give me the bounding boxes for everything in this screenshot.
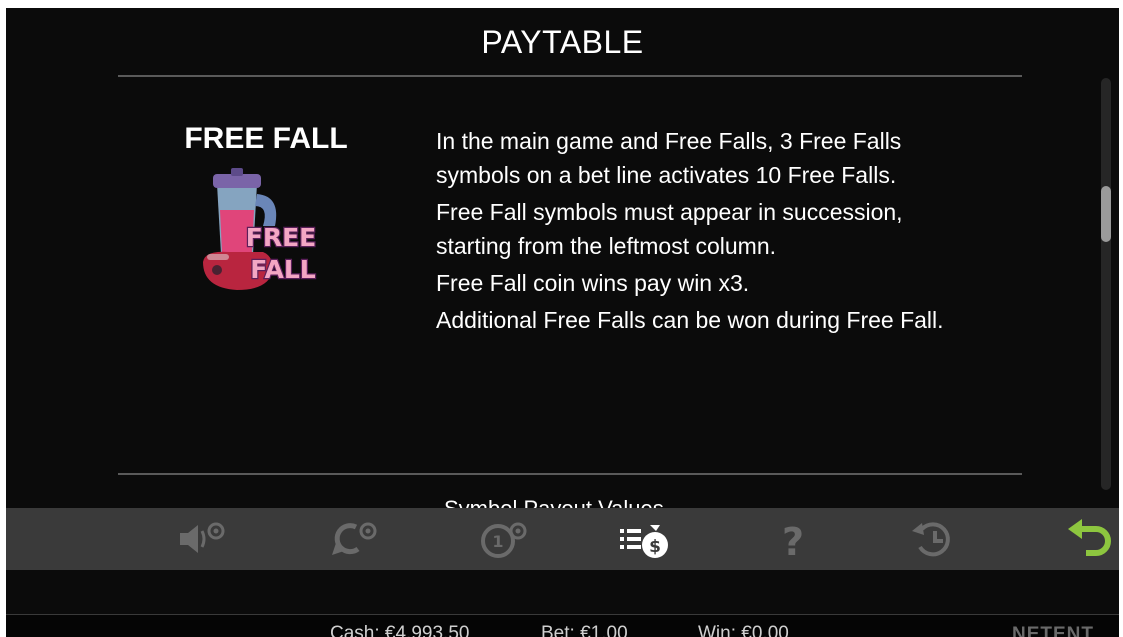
back-button[interactable] bbox=[1062, 514, 1116, 564]
win-label: Win: bbox=[698, 623, 736, 637]
symbol-description: In the main game and Free Falls, 3 Free … bbox=[436, 124, 976, 340]
bet-value: €1.00 bbox=[580, 623, 628, 637]
divider bbox=[118, 75, 1022, 77]
scrollbar[interactable] bbox=[1101, 78, 1111, 490]
coin-settings-icon: 1 bbox=[481, 522, 527, 558]
svg-text:1: 1 bbox=[492, 532, 503, 551]
help-button[interactable]: ? bbox=[766, 514, 820, 564]
logo-text-free: FREE bbox=[246, 223, 316, 252]
symbol-name: FREE FALL bbox=[184, 122, 348, 155]
cash-label: Cash: bbox=[330, 623, 380, 637]
sound-settings-button[interactable] bbox=[176, 514, 230, 564]
description-paragraph: In the main game and Free Falls, 3 Free … bbox=[436, 128, 902, 188]
bet-display: Bet: €1.00 bbox=[541, 624, 628, 637]
help-icon: ? bbox=[782, 520, 804, 561]
settings-toolbar: 1 $ ? bbox=[6, 508, 1119, 570]
divider bbox=[118, 473, 1022, 475]
back-icon bbox=[1068, 519, 1111, 556]
paytable-panel: PAYTABLE FREE FALL FREE FALL In the main… bbox=[6, 8, 1119, 637]
history-icon bbox=[912, 522, 950, 557]
cash-display: Cash: €4,993.50 bbox=[330, 624, 469, 637]
logo-text-fall: FALL bbox=[250, 255, 315, 284]
cash-value: €4,993.50 bbox=[384, 623, 470, 637]
brand-logo: NETENT bbox=[1012, 624, 1094, 637]
win-display: Win: €0.00 bbox=[698, 624, 789, 637]
sound-settings-icon bbox=[180, 522, 225, 553]
paytable-icon: $ bbox=[620, 525, 668, 558]
autoplay-settings-icon bbox=[332, 522, 377, 555]
description-paragraph: Additional Free Falls can be won during … bbox=[436, 307, 944, 333]
page-title: PAYTABLE bbox=[481, 24, 644, 60]
status-bar: Cash: €4,993.50 Bet: €1.00 Win: €0.00 NE… bbox=[6, 614, 1119, 637]
scrollbar-thumb[interactable] bbox=[1101, 186, 1111, 242]
description-paragraph: Free Fall coin wins pay win x3. bbox=[436, 270, 750, 296]
history-button[interactable] bbox=[908, 514, 962, 564]
svg-text:?: ? bbox=[782, 520, 804, 561]
description-paragraph: Free Fall symbols must appear in success… bbox=[436, 199, 903, 259]
bet-label: Bet: bbox=[541, 623, 575, 637]
svg-text:$: $ bbox=[649, 537, 661, 557]
paytable-button[interactable]: $ bbox=[618, 514, 672, 564]
free-fall-symbol-image: FREE FALL bbox=[203, 168, 317, 290]
coin-settings-button[interactable]: 1 bbox=[478, 514, 532, 564]
win-value: €0.00 bbox=[741, 623, 789, 637]
autoplay-settings-button[interactable] bbox=[328, 514, 382, 564]
